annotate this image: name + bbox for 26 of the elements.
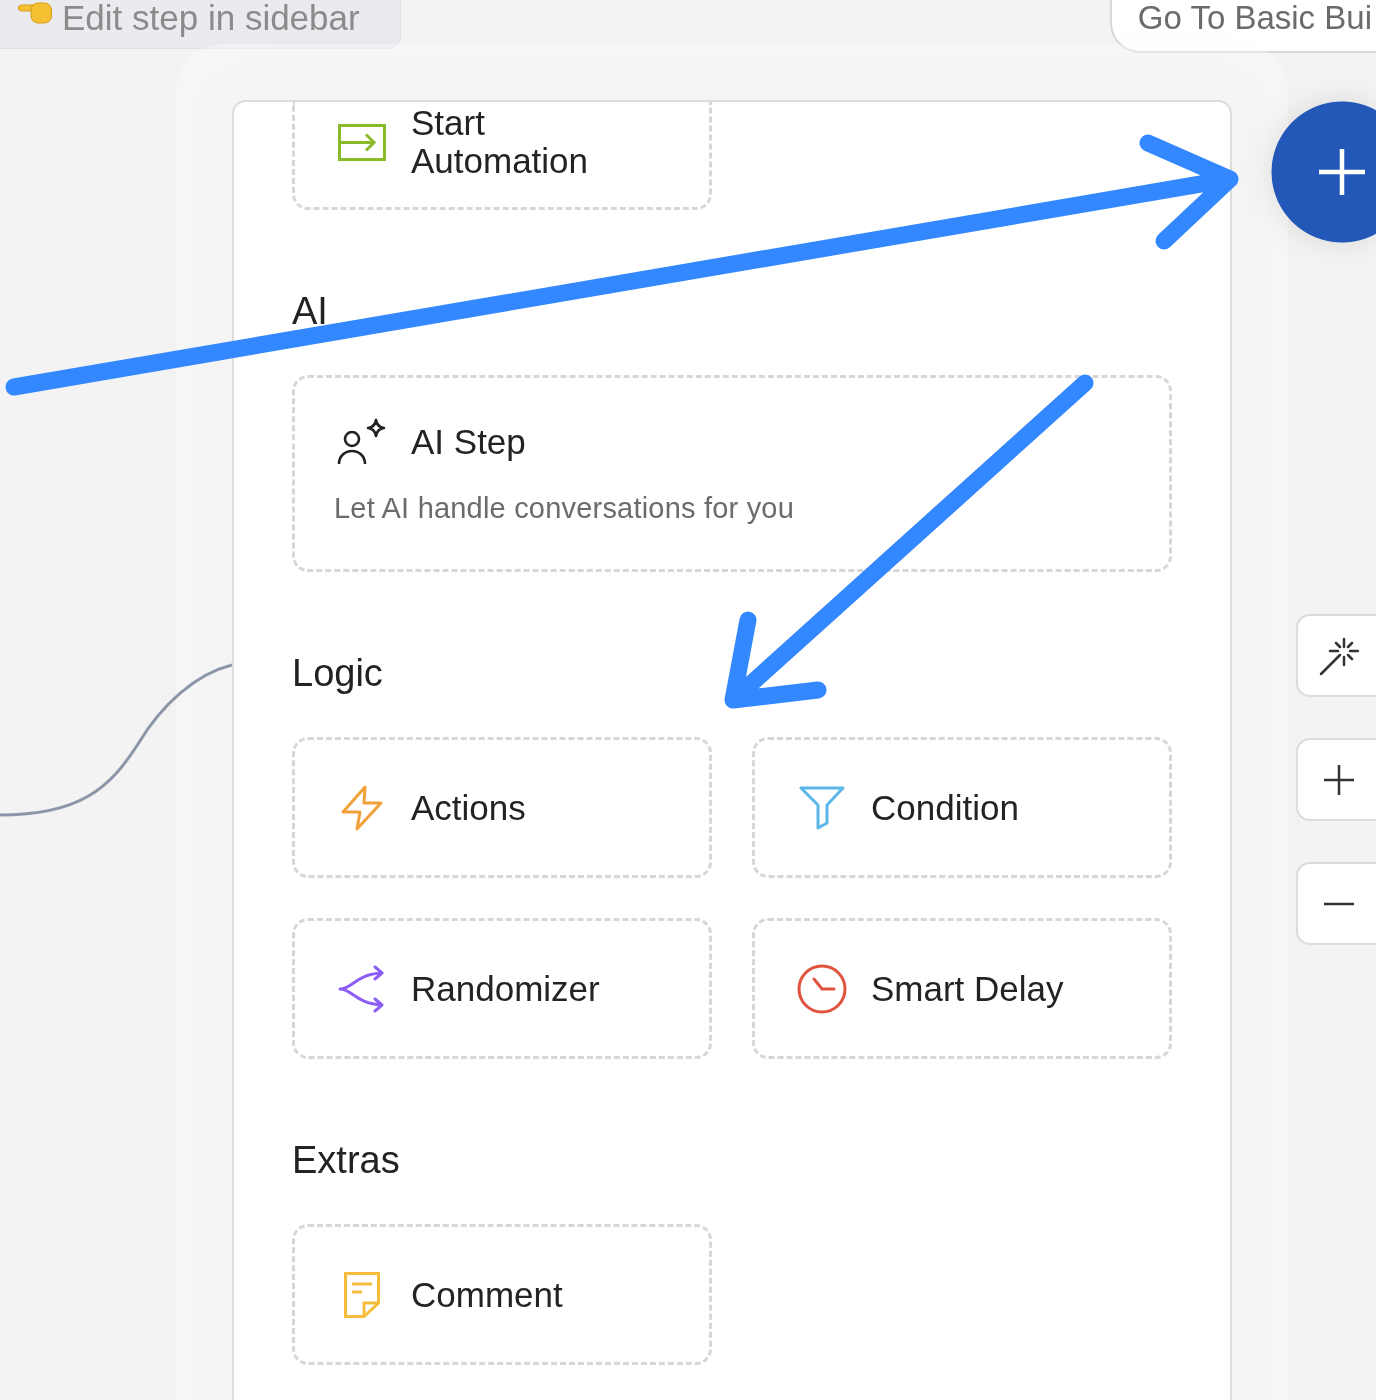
step-card[interactable]: Actions bbox=[292, 737, 712, 878]
section-heading: Extras bbox=[292, 1138, 401, 1183]
arrow-into-box-icon bbox=[338, 123, 386, 161]
minus-icon bbox=[1324, 901, 1354, 906]
step-card[interactable]: Condition bbox=[752, 737, 1172, 878]
step-card[interactable]: AI Step Let AI handle conversations for you bbox=[292, 375, 1172, 572]
note-icon bbox=[344, 1271, 380, 1318]
step-card[interactable]: Randomizer bbox=[292, 918, 712, 1059]
section-heading: Logic bbox=[292, 651, 384, 696]
split-arrows-icon bbox=[338, 964, 386, 1013]
pointing-hand-icon bbox=[18, 2, 52, 24]
hint-text: Edit step in sidebar bbox=[62, 0, 360, 36]
section-heading: AI bbox=[292, 289, 329, 334]
funnel-icon bbox=[799, 785, 845, 830]
plus-icon bbox=[1324, 764, 1354, 795]
clock-icon bbox=[797, 963, 847, 1014]
step-card[interactable]: Start Automation bbox=[292, 102, 712, 210]
step-description: Let AI handle conversations for you bbox=[334, 491, 795, 526]
lightning-icon bbox=[340, 784, 384, 831]
magic-wand-icon bbox=[1319, 635, 1359, 676]
magic-wand-button[interactable] bbox=[1296, 614, 1376, 697]
plus-icon bbox=[1319, 149, 1365, 195]
step-card[interactable]: Smart Delay bbox=[752, 918, 1172, 1059]
person-sparkle-icon bbox=[337, 418, 387, 466]
step-card[interactable]: Comment bbox=[292, 1224, 712, 1365]
basic-builder-button[interactable]: Go To Basic Bui bbox=[1109, 0, 1376, 53]
